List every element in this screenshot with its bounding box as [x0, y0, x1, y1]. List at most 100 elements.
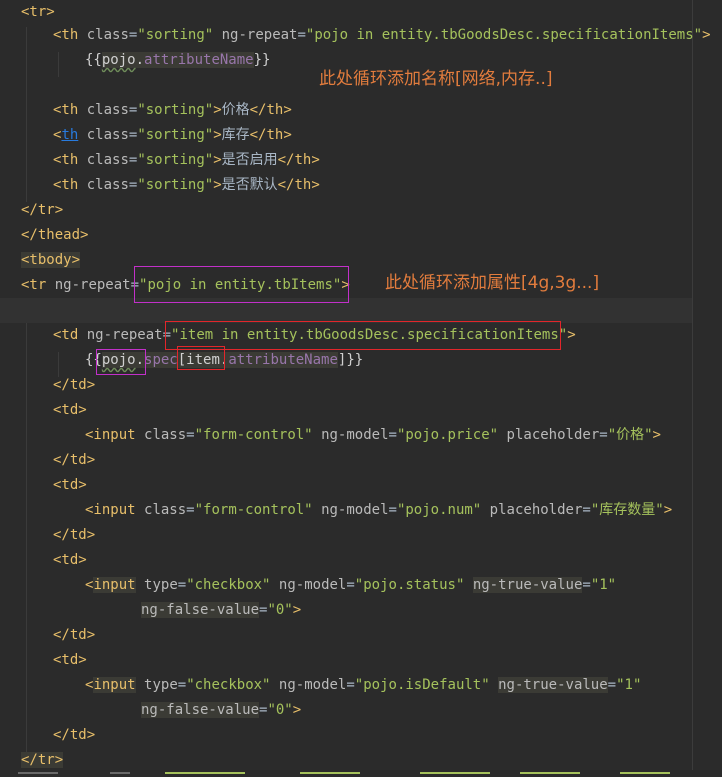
code-editor[interactable]: <tr> <th class="sorting" ng-repeat="pojo… [0, 0, 722, 777]
tag-td-open: <td> [53, 402, 87, 418]
tag-td-close: </td> [53, 627, 96, 643]
tag-td-close: </td> [53, 452, 96, 468]
attr-ng-model: ng-model [278, 577, 347, 593]
attr-ng-true-value: ng-true-value [498, 677, 608, 693]
attr-class: class [86, 27, 129, 43]
code-line-11: <tr ng-repeat="pojo in entity.tbItems"> [21, 277, 350, 293]
expr-brace: }} [253, 52, 271, 68]
expr-dot: . [135, 52, 145, 68]
code-line-9: </thead> [21, 223, 88, 248]
annotation-header-loop: 此处循环添加名称[网络,内存..] [319, 69, 553, 89]
attr-value: "pojo.num" [396, 502, 482, 518]
attr-class: class [86, 152, 129, 168]
code-line-24: ng-false-value="0"> [141, 602, 302, 618]
attr-class: class [86, 102, 129, 118]
code-line-3: {{pojo.attributeName}} [85, 48, 270, 73]
tag-td-open: <td> [53, 477, 87, 493]
code-line-23: <input type="checkbox" ng-model="pojo.st… [85, 577, 617, 593]
attr-ng-true-value: ng-true-value [472, 577, 583, 593]
tag-th-link[interactable]: th [61, 127, 78, 143]
attr-ng-false-value: ng-false-value [141, 602, 260, 618]
tag-bracket: > [663, 502, 673, 518]
attr-placeholder: placeholder [489, 502, 583, 518]
attr-placeholder: placeholder [506, 427, 600, 443]
expr-item: item [186, 352, 220, 368]
attr-class: class [144, 502, 187, 518]
tag-thead-close: </thead> [21, 227, 89, 243]
attr-value: "1" [616, 677, 642, 693]
attr-value: "checkbox" [186, 677, 271, 693]
tag-tbody-open: <tbody> [21, 252, 81, 268]
attr-value: "sorting" [137, 27, 214, 43]
expr-field: spec [144, 352, 178, 368]
code-line-15: </td> [53, 373, 95, 398]
attr-value: "pojo.price" [396, 427, 499, 443]
tag-input: input [93, 577, 136, 593]
attr-value: "sorting" [137, 102, 214, 118]
code-line-7: <th class="sorting">是否默认</th> [53, 177, 320, 193]
code-line-22: <td> [53, 548, 87, 573]
tag-th: <th [53, 27, 79, 43]
tag-tr-close: </tr> [21, 202, 64, 218]
attr-value: "pojo in entity.tbGoodsDesc.specificatio… [305, 27, 703, 43]
expr-dot: . [135, 352, 145, 368]
tag-bracket: > [341, 277, 350, 293]
expr-brace: {{ [85, 352, 102, 368]
tag-input: <input [85, 502, 136, 518]
tag-th: <th [53, 102, 79, 118]
attr-ng-repeat: ng-repeat [54, 277, 131, 293]
code-line-19: <td> [53, 473, 87, 498]
attr-value: "价格" [607, 427, 653, 443]
attr-value: "pojo in entity.tbItems" [139, 277, 342, 293]
attr-value: "0" [267, 702, 293, 718]
expr-field: attributeName [144, 52, 254, 68]
expr-object: pojo [101, 52, 136, 68]
indent-guide [26, 27, 27, 202]
attr-ng-repeat: ng-repeat [86, 327, 163, 343]
tag-th: <th [53, 177, 79, 193]
tag-td: <td [53, 327, 79, 343]
attr-class: class [86, 127, 129, 143]
attr-value: "0" [267, 602, 293, 618]
tag-input: <input [85, 427, 136, 443]
attr-value: "checkbox" [186, 577, 271, 593]
tag-td-open: <td> [53, 552, 87, 568]
code-line-26: <td> [53, 648, 87, 673]
expr-field: attributeName [228, 352, 338, 368]
tag-bracket: > [702, 27, 711, 43]
code-line-25: </td> [53, 623, 95, 648]
attr-value: "1" [590, 577, 617, 593]
code-line-18: </td> [53, 448, 95, 473]
cell-text: 是否默认 [221, 177, 278, 193]
code-line-2: <th class="sorting" ng-repeat="pojo in e… [53, 27, 711, 43]
code-line-29: </td> [53, 723, 95, 748]
attr-value: "库存数量" [590, 502, 664, 518]
attr-ng-model: ng-model [278, 677, 347, 693]
attr-value: "sorting" [137, 152, 214, 168]
tag-input: input [93, 677, 136, 693]
attr-type: type [144, 577, 178, 593]
tag-th-close: </th> [277, 152, 320, 168]
code-line-14: {{pojo.spec[item.attributeName]}} [85, 348, 363, 373]
tag-th-close: </th> [277, 177, 320, 193]
tag-td-close: </td> [53, 377, 96, 393]
expr-object: pojo [101, 352, 136, 368]
expr-brace: {{ [85, 52, 102, 68]
tag-th: <th [53, 152, 79, 168]
code-line-8: </tr> [21, 198, 63, 223]
code-line-27: <input type="checkbox" ng-model="pojo.is… [85, 677, 642, 693]
indent-guide [26, 302, 27, 752]
cell-text: 库存 [221, 127, 250, 143]
code-line-28: ng-false-value="0"> [141, 702, 302, 718]
annotation-row-loop: 此处循环添加属性[4g,3g...] [385, 273, 600, 293]
expr-bracket: [ [177, 352, 187, 368]
attr-ng-repeat: ng-repeat [221, 27, 298, 43]
attr-value: "form-control" [194, 502, 313, 518]
tag-bracket: > [292, 702, 302, 718]
attr-value: "pojo.isDefault" [354, 677, 490, 693]
tag-tr-open: <tr> [21, 4, 55, 20]
code-line-13: <td ng-repeat="item in entity.tbGoodsDes… [53, 327, 576, 343]
attr-ng-false-value: ng-false-value [141, 702, 260, 718]
current-line-highlight [0, 298, 692, 323]
code-line-6: <th class="sorting">是否启用</th> [53, 152, 320, 168]
